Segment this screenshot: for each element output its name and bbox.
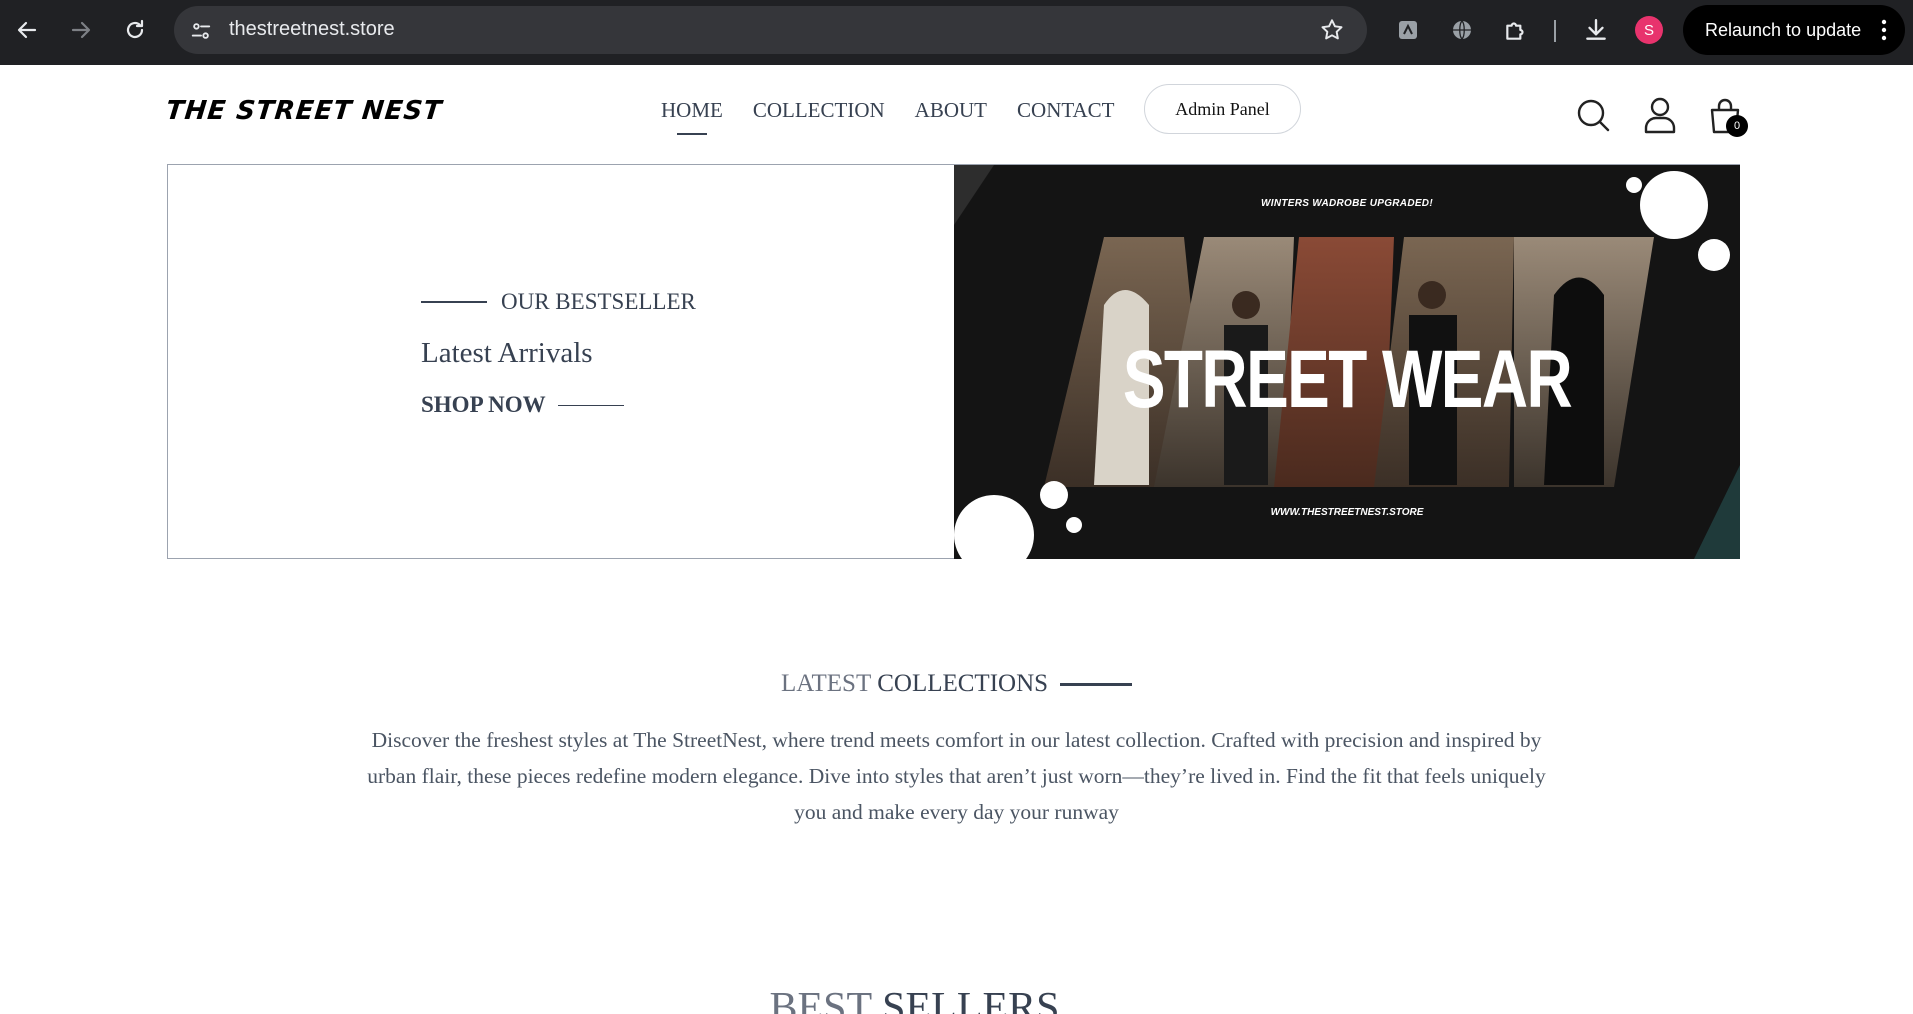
- banner-top-text: WINTERS WADROBE UPGRADED!: [1261, 198, 1433, 209]
- shop-now-divider: [557, 404, 624, 406]
- nav-about[interactable]: ABOUT: [915, 98, 987, 123]
- best-title-light: BEST: [769, 985, 873, 1014]
- hero-eyebrow: OUR BESTSELLER: [501, 289, 696, 314]
- relaunch-label: Relaunch to update: [1705, 20, 1862, 40]
- best-sellers-title: BEST SELLERS: [0, 984, 1913, 1014]
- back-button[interactable]: [11, 14, 43, 46]
- browser-toolbar: thestreetnest.store S Relaunch to update: [0, 0, 1913, 65]
- banner-bottom-text: WWW.THESTREETNEST.STORE: [1270, 507, 1424, 518]
- latest-title-light: LATEST: [780, 670, 872, 697]
- forward-button[interactable]: [65, 14, 97, 46]
- latest-title-dark: COLLECTIONS: [877, 670, 1049, 697]
- arrow-left-icon: [17, 21, 37, 39]
- hero-banner-image: WINTERS WADROBE UPGRADED! STREET WEAR WW…: [954, 165, 1740, 559]
- url-text[interactable]: thestreetnest.store: [229, 18, 395, 41]
- hero-section: OUR BESTSELLER Latest Arrivals SHOP NOW: [167, 164, 1740, 559]
- bookmark-star-icon[interactable]: [1319, 17, 1345, 43]
- more-vert-icon[interactable]: [1881, 18, 1887, 42]
- globe-icon[interactable]: [1448, 16, 1476, 44]
- arrow-right-icon: [71, 21, 91, 39]
- reload-button[interactable]: [119, 14, 151, 46]
- shop-now-button[interactable]: SHOP NOW: [421, 392, 546, 418]
- site-logo[interactable]: THE STREET NEST: [164, 96, 443, 126]
- relaunch-button[interactable]: Relaunch to update: [1683, 5, 1905, 55]
- nav-collection[interactable]: COLLECTION: [753, 98, 885, 123]
- search-icon[interactable]: [1576, 96, 1610, 134]
- puzzle-icon[interactable]: [1502, 16, 1530, 44]
- reload-icon: [126, 19, 144, 39]
- download-icon[interactable]: [1582, 16, 1610, 44]
- cart-count-badge: 0: [1726, 115, 1748, 137]
- latest-collections-description: Discover the freshest styles at The Stre…: [367, 728, 1546, 824]
- user-icon[interactable]: [1643, 96, 1677, 134]
- hero-heading: Latest Arrivals: [421, 337, 593, 369]
- best-title-dark: SELLERS: [882, 985, 1060, 1014]
- profile-avatar[interactable]: S: [1635, 16, 1663, 44]
- site-info-icon[interactable]: [188, 18, 214, 44]
- admin-panel-button[interactable]: Admin Panel: [1144, 84, 1301, 134]
- main-nav: HOME COLLECTION ABOUT CONTACT: [661, 98, 1115, 123]
- latest-collections-title: LATEST COLLECTIONS: [0, 670, 1913, 698]
- address-bar[interactable]: thestreetnest.store: [174, 6, 1367, 54]
- hero-text: OUR BESTSELLER Latest Arrivals SHOP NOW: [421, 289, 696, 418]
- title-divider: [1060, 682, 1133, 686]
- nav-contact[interactable]: CONTACT: [1017, 98, 1114, 123]
- banner-headline: STREET WEAR: [1122, 334, 1573, 425]
- hero-divider: [421, 301, 487, 303]
- toolbar-divider: [1554, 20, 1556, 42]
- nav-home[interactable]: HOME: [661, 98, 723, 123]
- extension-icon[interactable]: [1394, 16, 1422, 44]
